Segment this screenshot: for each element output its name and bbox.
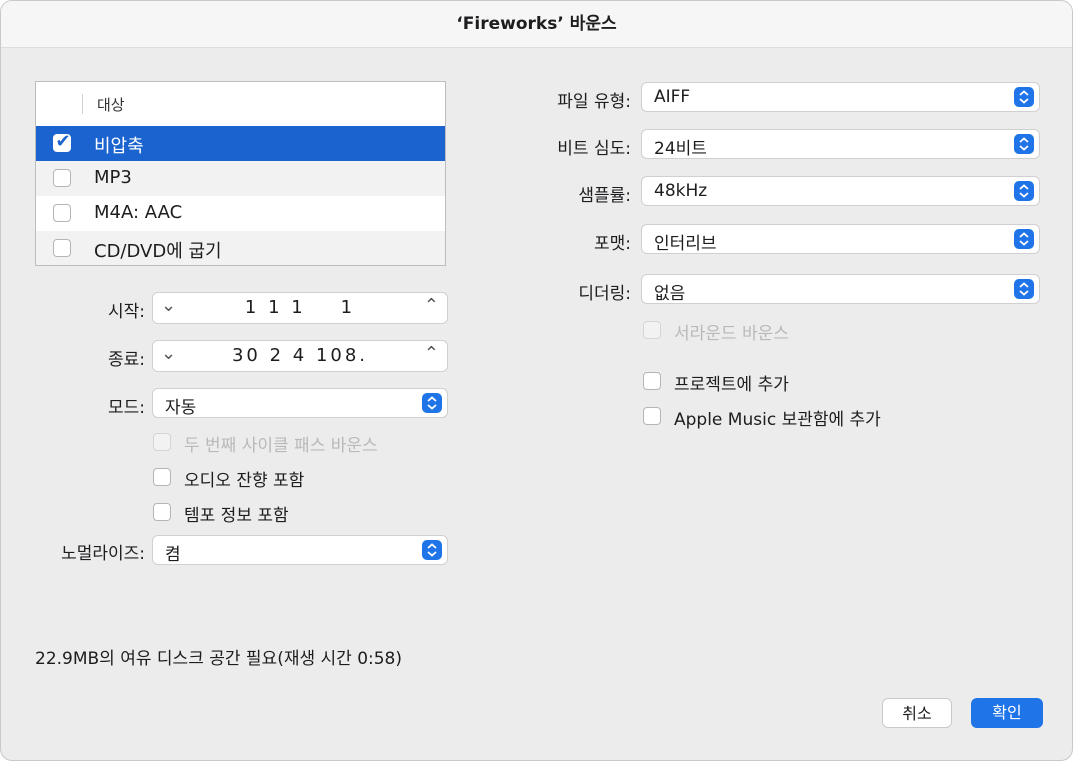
popup-arrows-icon (1014, 87, 1034, 107)
dialog-title: ‘Fireworks’ 바운스 (1, 1, 1072, 48)
popup-arrows-icon (1014, 279, 1034, 299)
bit-depth-popup[interactable]: 24비트 (641, 129, 1040, 159)
bit-depth-value: 24비트 (654, 139, 707, 159)
destination-row-mp3[interactable]: MP3 (36, 161, 445, 196)
add-to-project-checkbox[interactable] (643, 372, 661, 390)
chevron-up-icon[interactable]: ⌃ (424, 295, 439, 316)
ok-button[interactable]: 확인 (971, 698, 1043, 728)
include-tempo-info-label: 템포 정보 포함 (184, 506, 289, 526)
popup-arrows-icon (1014, 134, 1034, 154)
destination-list-header: 대상 (36, 82, 445, 127)
surround-bounce-label: 서라운드 바운스 (674, 324, 789, 344)
dither-value: 없음 (654, 284, 686, 304)
column-separator (82, 94, 83, 114)
destination-label: 비압축 (94, 136, 144, 157)
destination-row-m4a[interactable]: M4A: AAC (36, 196, 445, 231)
destination-label: CD/DVD에 굽기 (94, 241, 222, 262)
destination-checkbox-mp3[interactable] (53, 169, 71, 187)
destination-checkbox-cd-dvd[interactable] (53, 239, 71, 257)
destination-label: MP3 (94, 167, 132, 188)
include-tempo-info-checkbox[interactable] (153, 503, 171, 521)
format-popup[interactable]: 인터리브 (641, 224, 1040, 254)
bounce-dialog: ‘Fireworks’ 바운스 대상 ✔ 비압축 MP3 M4A: AAC CD… (0, 0, 1073, 761)
mode-value: 자동 (165, 398, 197, 418)
dither-popup[interactable]: 없음 (641, 274, 1040, 304)
include-audio-tail-checkbox[interactable] (153, 468, 171, 486)
format-value: 인터리브 (654, 234, 717, 254)
second-cycle-pass-checkbox[interactable] (153, 433, 171, 451)
normalize-popup[interactable]: 켬 (152, 535, 448, 565)
start-position-field[interactable]: ⌄ 1 1 1 1 ⌃ (152, 292, 448, 324)
add-to-project-label: 프로젝트에 추가 (674, 375, 789, 395)
destination-header-label: 대상 (97, 96, 125, 114)
disk-space-info: 22.9MB의 여유 디스크 공간 필요(재생 시간 0:58) (35, 649, 403, 669)
popup-arrows-icon (1014, 229, 1034, 249)
start-label: 시작: (107, 302, 145, 322)
file-type-popup[interactable]: AIFF (641, 82, 1040, 112)
normalize-value: 켬 (165, 545, 181, 565)
cancel-button[interactable]: 취소 (882, 698, 952, 728)
sample-rate-value: 48kHz (654, 181, 708, 201)
popup-arrows-icon (1014, 181, 1034, 201)
destination-checkbox-m4a[interactable] (53, 204, 71, 222)
normalize-label: 노멀라이즈: (61, 544, 145, 564)
sample-rate-popup[interactable]: 48kHz (641, 176, 1040, 206)
end-label: 종료: (107, 350, 145, 370)
mode-label: 모드: (107, 398, 145, 418)
popup-arrows-icon (422, 393, 442, 413)
destination-row-cd-dvd[interactable]: CD/DVD에 굽기 (36, 231, 445, 265)
destination-list: 대상 ✔ 비압축 MP3 M4A: AAC CD/DVD에 굽기 (35, 81, 446, 266)
dither-label: 디더링: (578, 284, 631, 304)
include-audio-tail-label: 오디오 잔향 포함 (184, 471, 305, 491)
destination-label: M4A: AAC (94, 202, 183, 223)
add-to-apple-music-checkbox[interactable] (643, 407, 661, 425)
destination-checkbox-uncompressed[interactable]: ✔ (53, 131, 71, 152)
checkmark-icon: ✔ (55, 131, 71, 152)
surround-bounce-checkbox[interactable] (643, 321, 661, 339)
file-type-value: AIFF (654, 87, 691, 107)
add-to-apple-music-label: Apple Music 보관함에 추가 (674, 410, 881, 430)
start-position-value[interactable]: 1 1 1 1 (153, 297, 447, 318)
end-position-field[interactable]: ⌄ 30 2 4 108. ⌃ (152, 340, 448, 372)
chevron-up-icon[interactable]: ⌃ (424, 343, 439, 364)
format-label: 포맷: (593, 234, 631, 254)
popup-arrows-icon (422, 540, 442, 560)
end-position-value[interactable]: 30 2 4 108. (153, 345, 447, 366)
file-type-label: 파일 유형: (557, 92, 631, 112)
sample-rate-label: 샘플률: (578, 186, 631, 206)
bit-depth-label: 비트 심도: (557, 139, 631, 159)
mode-popup[interactable]: 자동 (152, 388, 448, 418)
destination-row-uncompressed[interactable]: ✔ 비압축 (36, 126, 445, 161)
second-cycle-pass-label: 두 번째 사이클 패스 바운스 (184, 436, 378, 456)
